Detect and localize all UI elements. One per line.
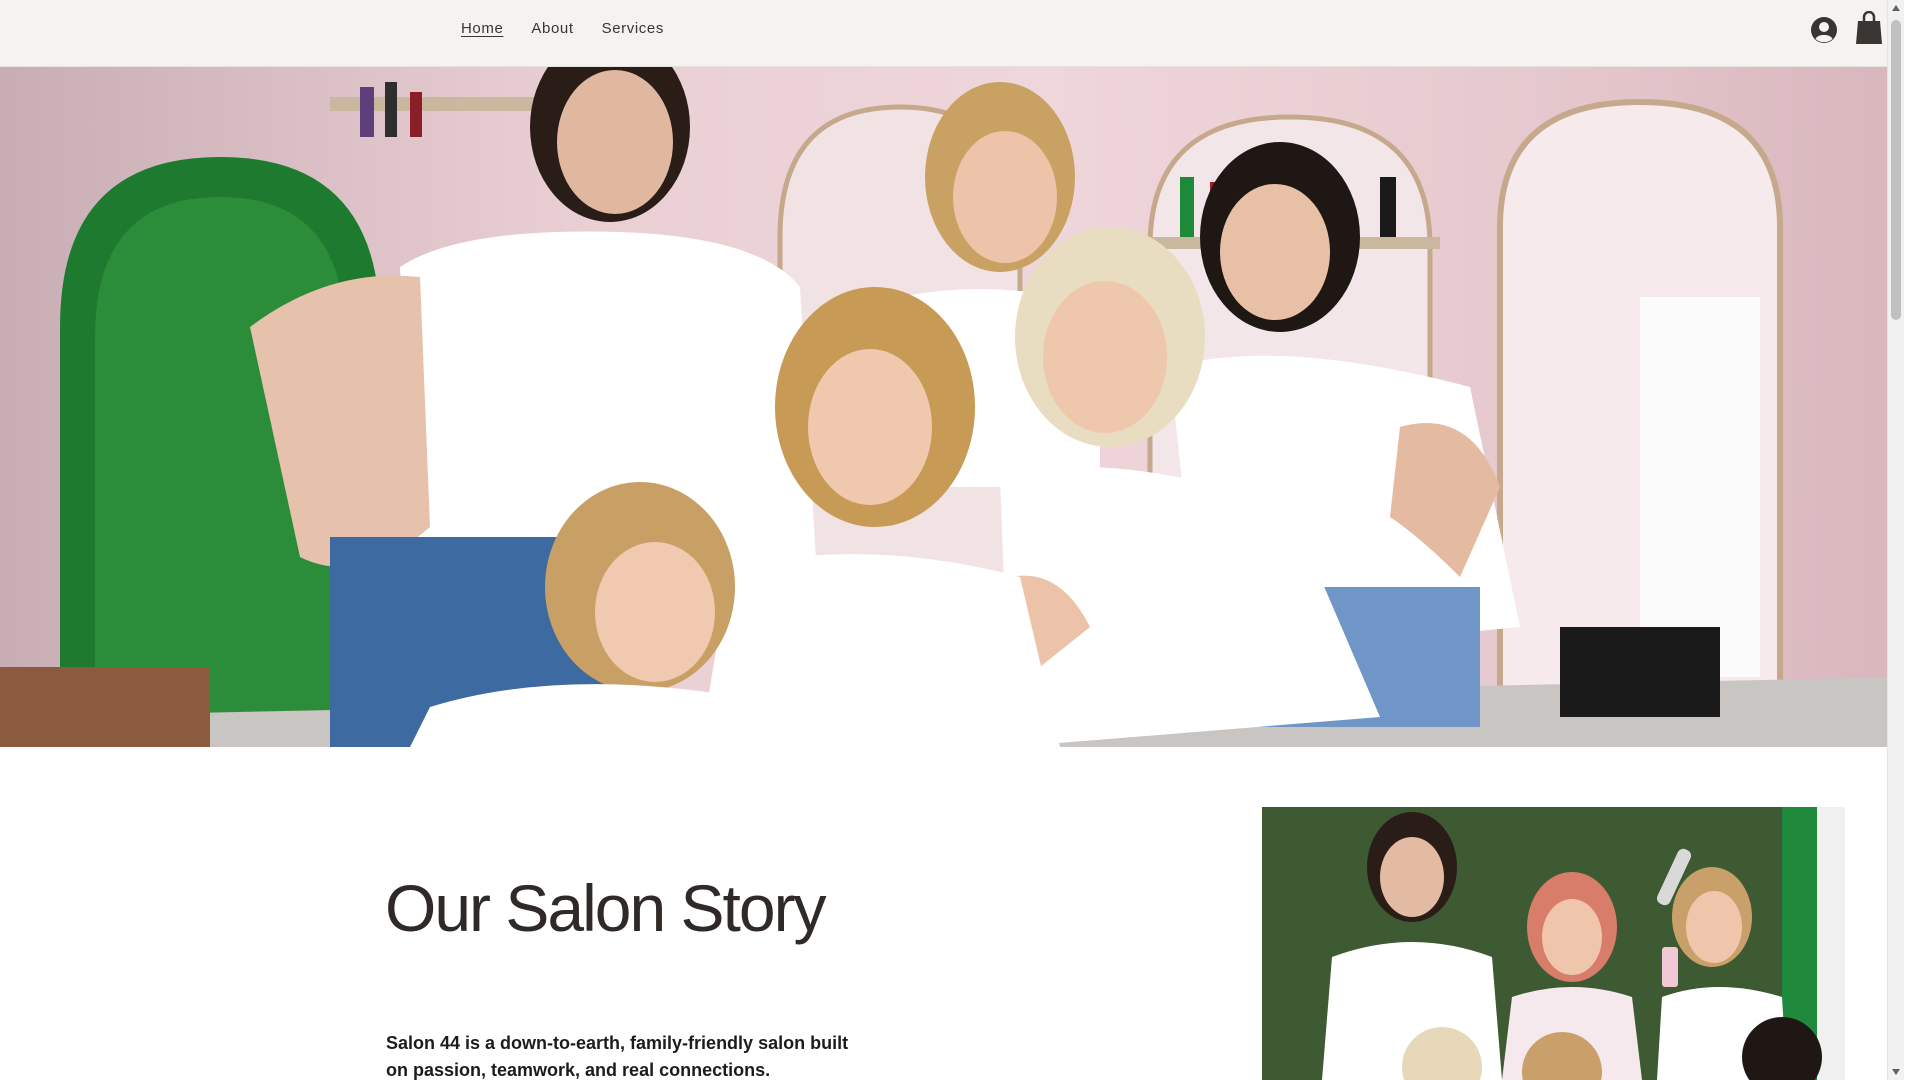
page: Home About Services Our Salon Story Salo…	[0, 0, 1904, 1080]
main-nav: Home About Services	[461, 20, 692, 37]
scroll-down-arrow-icon[interactable]	[1892, 1069, 1900, 1075]
scrollbar-thumb[interactable]	[1891, 20, 1901, 320]
site-header: Home About Services	[0, 0, 1904, 67]
story-title: Our Salon Story	[385, 871, 827, 945]
hero-team-photo	[0, 67, 1904, 747]
story-team-photo	[1262, 807, 1845, 1080]
story-photo-illustration	[1262, 807, 1845, 1080]
nav-services-link[interactable]: Services	[602, 20, 664, 37]
nav-home-link[interactable]: Home	[461, 20, 503, 37]
scroll-up-arrow-icon[interactable]	[1892, 5, 1900, 11]
hero-photo-illustration	[0, 67, 1904, 747]
story-paragraph: Salon 44 is a down-to-earth, family-frie…	[386, 1033, 849, 1080]
page-scrollbar[interactable]	[1887, 0, 1904, 1080]
shopping-bag-icon[interactable]	[1855, 11, 1883, 45]
account-icon[interactable]	[1810, 16, 1838, 44]
nav-about-link[interactable]: About	[531, 20, 573, 37]
